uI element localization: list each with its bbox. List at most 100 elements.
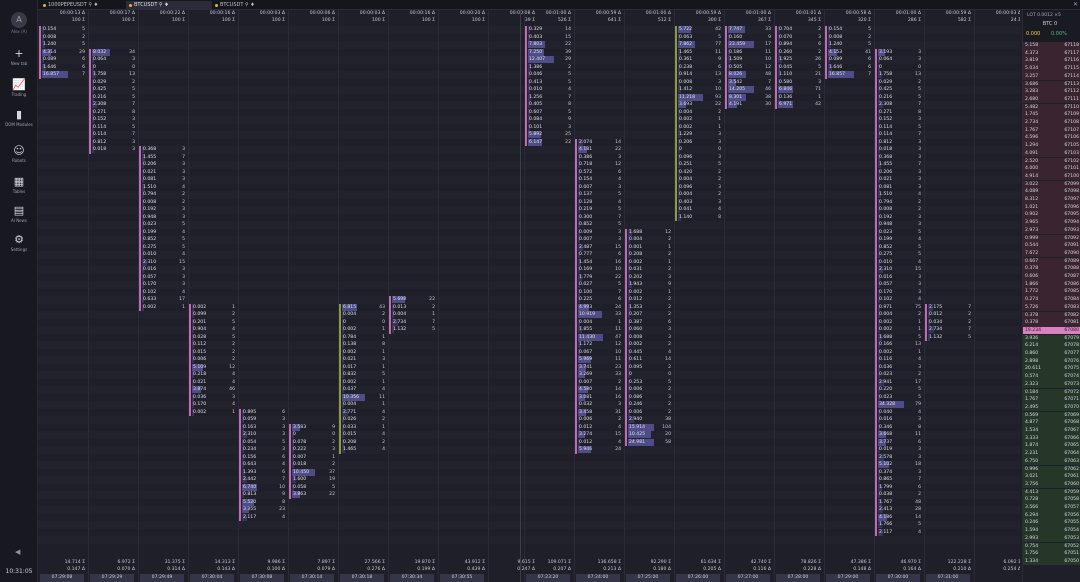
cluster-cell[interactable]: 0.114 5 [92,123,136,131]
cluster-cell[interactable]: 0.064 3 [878,56,922,63]
cluster-cell[interactable]: 0.220 5 [878,386,922,393]
price-row[interactable]: 5.034 67115 [1023,65,1080,73]
column-header[interactable]: 00:00:16 Δ 100 Σ [389,11,437,25]
cluster-cell[interactable]: 0.019 3 [878,446,922,453]
cluster-cell[interactable]: 1.510 4 [142,183,186,191]
column-header[interactable]: 00:00:13 Δ 100 Σ [39,11,87,25]
cluster-cell[interactable]: 2.310 3 [242,431,286,438]
cluster-cell[interactable]: 1.758 13 [878,71,922,78]
cluster-cell[interactable]: 0.010 4 [528,86,572,93]
cluster-cell[interactable]: 3.693 22 [678,101,722,108]
cluster-cell[interactable]: 0.199 4 [142,228,186,236]
cluster-cell[interactable]: 0.006 2 [628,408,672,416]
cluster-cell[interactable]: 1.767 48 [878,498,922,506]
price-row[interactable]: 2.898 67076 [1023,357,1080,366]
price-row[interactable]: 1.294 67105 [1023,142,1080,150]
price-row[interactable]: 6.750 67063 [1023,457,1080,466]
cluster-cell[interactable]: 1.646 6 [42,63,86,71]
cluster-cell[interactable]: 0.275 5 [142,243,186,251]
cluster-cell[interactable]: 0.201 5 [192,318,236,326]
cluster-cell[interactable]: 0.170 3 [142,281,186,288]
column-header[interactable]: 00:01:00 Δ 367 Σ [725,11,773,25]
column-header[interactable]: 00:01:00 Δ 286 Σ [875,11,923,25]
cluster-cell[interactable]: 0.368 3 [878,153,922,161]
cluster-cell[interactable]: 0.611 14 [628,356,672,363]
cluster-cell[interactable]: 0.234 3 [242,446,286,453]
price-row[interactable]: 4.000 67101 [1023,165,1080,173]
price-row[interactable]: 5.158 67118 [1023,42,1080,50]
cluster-cell[interactable]: 2.308 7 [878,101,922,108]
cluster-cell[interactable]: 0.029 2 [92,78,136,86]
cluster-cell[interactable]: 1.600 19 [292,476,336,483]
cluster-cell[interactable]: 0.102 4 [142,288,186,296]
cluster-cell[interactable]: 0.002 1 [342,378,386,386]
cluster-cell[interactable]: 0.387 6 [628,318,672,326]
cluster-cell[interactable]: 0.008 3 [628,333,672,341]
cluster-cell[interactable]: 0.096 3 [678,183,722,191]
cluster-cell[interactable]: 1.240 5 [828,41,872,48]
sidebar-item-trading[interactable]: 📈 Trading [0,78,38,98]
cluster-cell[interactable]: 0.008 2 [878,206,922,213]
column-header[interactable]: 00:00:59 Δ 300 Σ [675,11,723,25]
cluster-cell[interactable]: 3.193 3 [878,48,922,56]
avatar[interactable]: A [11,12,27,28]
cluster-cell[interactable]: 0.102 4 [878,296,922,303]
cluster-cell[interactable]: 0.004 2 [628,236,672,243]
cluster-cell[interactable]: 0.023 5 [878,228,922,236]
price-row[interactable]: 0.246 67055 [1023,519,1080,527]
cluster-cell[interactable]: 8.032 34 [92,48,136,56]
price-row[interactable]: 3.021 67061 [1023,473,1080,481]
cluster-cell[interactable]: 0.002 2 [628,341,672,348]
cluster-cell[interactable]: 0.007 3 [578,236,622,243]
cluster-cell[interactable]: 0.368 3 [142,146,186,153]
cluster-cell[interactable]: 3.274 15 [578,431,622,438]
price-row[interactable]: 1.756 67051 [1023,550,1080,558]
cluster-cell[interactable]: 0.057 3 [878,281,922,288]
price-row[interactable]: 1.772 67085 [1023,288,1080,296]
cluster-cell[interactable]: 0.023 5 [878,393,922,401]
cluster-cell[interactable]: 0.008 2 [142,198,186,206]
cluster-cell[interactable]: 0.222 3 [292,446,336,453]
column-header[interactable]: 00:01:00 Δ 526 Σ [525,11,573,25]
cluster-cell[interactable]: 0.199 4 [878,236,922,243]
cluster-cell[interactable]: 0.607 5 [528,108,572,116]
cluster-cell[interactable]: 00 [878,63,922,71]
price-row[interactable]: 3.756 67060 [1023,480,1080,489]
cluster-cell[interactable]: 0.010 4 [878,258,922,266]
cluster-cell[interactable]: 0.070 3 [778,33,822,41]
cluster-cell[interactable]: 0.026 2 [342,416,386,423]
cluster-cell[interactable]: 0.154 4 [578,176,622,183]
cluster-cell[interactable]: 1.140 8 [678,213,722,221]
cluster-cell[interactable]: 0.206 3 [142,161,186,168]
price-row[interactable]: 0.606 67087 [1023,273,1080,281]
cluster-cell[interactable]: 0.021 4 [192,378,236,386]
cluster-cell[interactable]: 5.969 11 [578,356,622,363]
price-row[interactable]: 0.274 67084 [1023,296,1080,304]
cluster-cell[interactable]: 0.114 5 [878,123,922,131]
lot-size[interactable]: LOT 0.0012 ×5 [1027,13,1061,18]
column-header[interactable]: 00:00:16 Δ 100 Σ [189,11,237,25]
cluster-cell[interactable]: 0.012 2 [628,296,672,303]
cluster-cell[interactable]: 10.450 37 [292,468,336,476]
cluster-cell[interactable]: 0.300 7 [578,213,622,221]
cluster-cell[interactable]: 6.971 42 [778,101,822,108]
cluster-cell[interactable]: 1.412 10 [678,86,722,93]
column-header[interactable]: 00:00:22 Δ 100 Σ [139,11,187,25]
cluster-cell[interactable]: 0.128 4 [578,198,622,206]
cluster-cell[interactable]: 3.737 6 [878,438,922,446]
column-header[interactable]: 00:00:59 Δ 641 Σ [575,11,623,25]
cluster-cell[interactable]: 0.812 3 [878,138,922,146]
cluster-cell[interactable]: 1.229 3 [678,131,722,138]
cluster-cell[interactable]: 0.572 6 [578,168,622,176]
cluster-cell[interactable]: 0.013 2 [392,303,436,311]
price-row[interactable]: 20.611 67075 [1023,365,1080,373]
cluster-cell[interactable]: 0.004 1 [392,311,436,318]
price-row[interactable]: 3.283 67112 [1023,88,1080,96]
cluster-cell[interactable]: 0.045 5 [778,63,822,71]
cluster-cell[interactable]: 7.747 33 [728,26,772,33]
cluster-cell[interactable]: 0.207 2 [628,311,672,318]
price-row[interactable]: 2.231 67064 [1023,450,1080,458]
price-row[interactable]: 6.214 67078 [1023,342,1080,350]
cluster-cell[interactable]: 0.832 5 [342,371,386,378]
cluster-cell[interactable]: 7.803 22 [528,41,572,48]
